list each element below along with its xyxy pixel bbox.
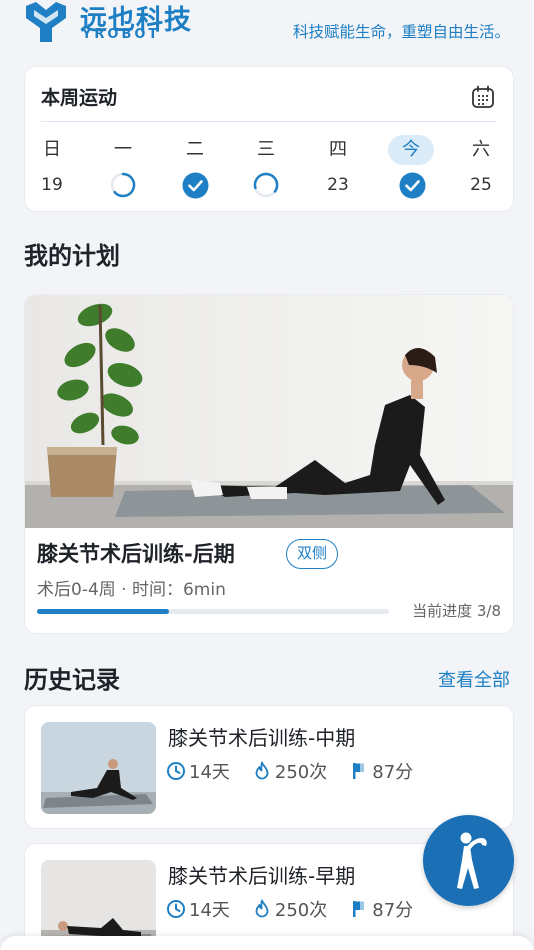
plan-title: 膝关节术后训练-后期	[37, 542, 235, 566]
check-circle-icon[interactable]	[171, 171, 219, 199]
weekly-exercise-card: 本周运动 日 一 二 三 四 今 六 19 23 25	[24, 66, 514, 212]
day-label-sun[interactable]: 日	[28, 135, 76, 165]
count-stat: 250次	[252, 758, 327, 784]
divider	[41, 121, 497, 122]
bottom-sheet-edge	[0, 936, 534, 950]
day-label-thu[interactable]: 四	[314, 135, 362, 165]
day-label-sat[interactable]: 六	[457, 135, 505, 165]
brand-slogan: 科技赋能生命，重塑自由生活。	[292, 23, 510, 41]
plan-cover-image	[25, 295, 513, 528]
history-item[interactable]: 膝关节术后训练-中期 14天 250次 87分	[24, 705, 514, 829]
calendar-icon[interactable]	[471, 85, 495, 109]
flag-icon	[353, 763, 365, 779]
clock-icon	[167, 762, 185, 780]
plan-card[interactable]: 膝关节术后训练-后期 双侧 术后0-4周 · 时间：6min 当前进度 3/8	[24, 294, 514, 634]
plan-tag-badge: 双侧	[286, 539, 339, 569]
day-label-wed[interactable]: 三	[242, 135, 290, 165]
history-days: 14天	[189, 762, 230, 783]
clock-icon	[167, 900, 185, 918]
day-date-sat[interactable]: 25	[457, 171, 505, 199]
day-date-sun[interactable]: 19	[28, 171, 76, 199]
plan-progress-bar	[37, 609, 389, 614]
weekly-exercise-title: 本周运动	[41, 87, 118, 109]
duration-stat: 14天	[166, 896, 230, 922]
partial-progress-icon[interactable]	[242, 171, 290, 199]
plan-progress-fill	[37, 609, 169, 614]
count-stat: 250次	[252, 896, 327, 922]
flag-icon	[353, 901, 365, 917]
view-all-link[interactable]: 查看全部	[438, 666, 510, 692]
history-score: 87分	[372, 900, 414, 921]
history-score: 87分	[372, 762, 414, 783]
plan-progress-label: 当前进度 3/8	[412, 602, 501, 620]
flame-icon	[255, 899, 269, 918]
day-label-today[interactable]: 今	[388, 135, 434, 165]
partial-progress-icon[interactable]	[99, 171, 147, 199]
start-exercise-button[interactable]	[423, 815, 514, 906]
duration-stat: 14天	[166, 758, 230, 784]
history-days: 14天	[189, 900, 230, 921]
score-stat: 87分	[349, 758, 413, 784]
logo-icon	[26, 2, 66, 42]
history-thumbnail	[41, 722, 156, 814]
history-item-stats: 14天 250次 87分	[166, 758, 435, 784]
my-plan-heading: 我的计划	[24, 242, 120, 270]
history-item-stats: 14天 250次 87分	[166, 896, 435, 922]
score-stat: 87分	[349, 896, 413, 922]
brand-name-en: YROBOT	[82, 27, 161, 42]
plan-subtitle: 术后0-4周 · 时间：6min	[37, 580, 226, 600]
history-count: 250次	[274, 900, 328, 921]
day-label-tue[interactable]: 二	[171, 135, 219, 165]
history-item-title: 膝关节术后训练-中期	[168, 726, 356, 750]
check-circle-icon[interactable]	[388, 171, 436, 199]
flame-icon	[255, 761, 269, 780]
stretching-person-icon	[456, 832, 487, 889]
history-heading: 历史记录	[24, 666, 120, 694]
app-header: 远也科技 YROBOT 科技赋能生命，重塑自由生活。	[0, 0, 534, 56]
history-item-title: 膝关节术后训练-早期	[168, 864, 356, 888]
day-label-mon[interactable]: 一	[99, 135, 147, 165]
history-count: 250次	[274, 762, 328, 783]
day-date-thu[interactable]: 23	[314, 171, 362, 199]
